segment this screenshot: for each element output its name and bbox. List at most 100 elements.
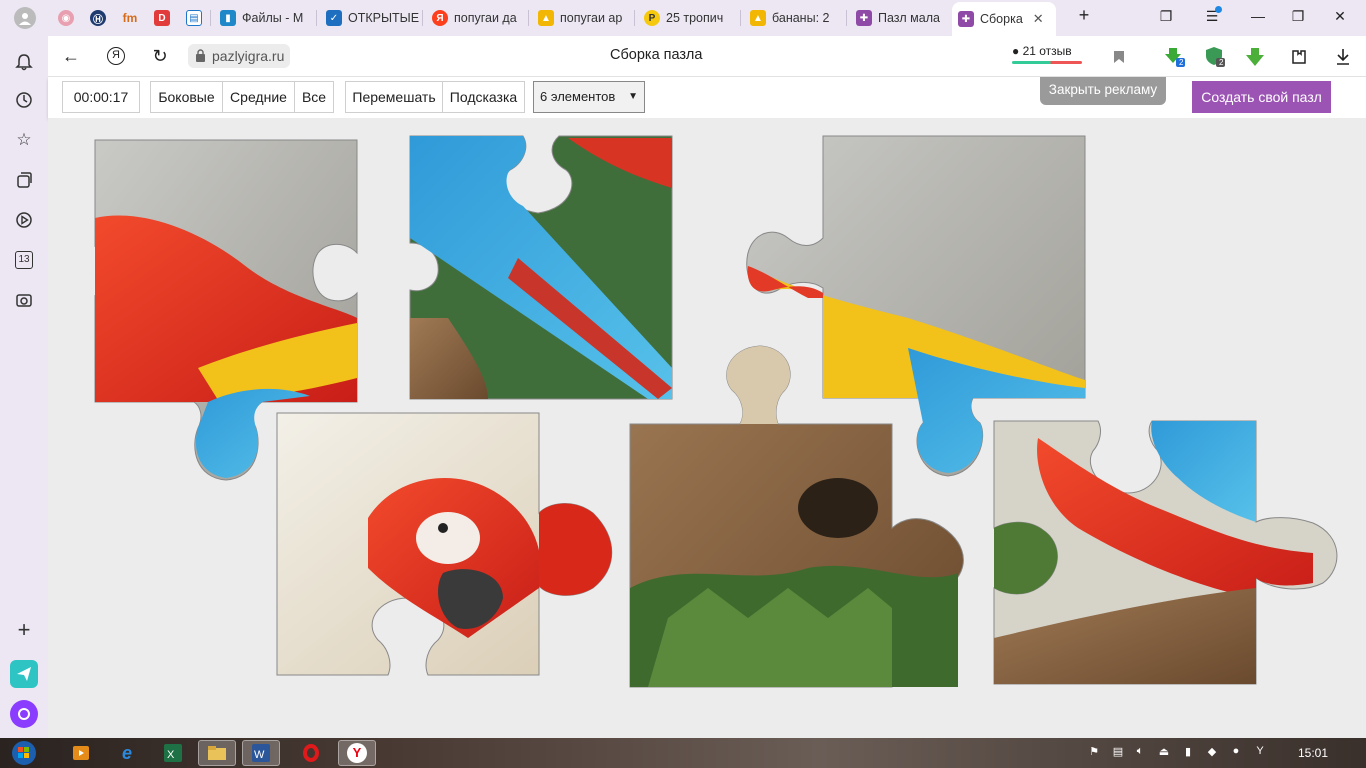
windows-taskbar: e X W Y ⚑ ▤ 🔈︎ ⏏ ▮ ◆ ● Y 15:01 <box>0 738 1366 768</box>
notification-dot <box>1215 6 1222 13</box>
tab-8[interactable]: ▲ попугаи ар <box>532 4 632 32</box>
profile-avatar[interactable] <box>8 4 38 32</box>
tab-strip: ◉ Ⓗ fm D ▤ ▮ Файлы - М ✓ ОТКРЫТЫЕ Я попу… <box>0 0 1366 36</box>
dropdown-arrow-icon: ▼ <box>628 91 638 102</box>
restore-button[interactable]: ❐ <box>1288 8 1308 25</box>
tray-flag-icon[interactable]: ⚑ <box>1086 745 1102 761</box>
close-ad-button[interactable]: Закрыть рекламу <box>1040 77 1166 105</box>
p-icon: P <box>644 10 660 26</box>
avatar-icon <box>14 7 36 29</box>
files-icon: ▮ <box>220 10 236 26</box>
tab-2[interactable]: fm <box>116 4 144 32</box>
tray-usb-icon[interactable]: ⏏ <box>1156 745 1172 761</box>
tab-7[interactable]: Я попугаи да <box>426 4 526 32</box>
play-icon[interactable] <box>12 208 36 232</box>
tab-label: Сборка <box>980 12 1023 26</box>
tab-4[interactable]: ▤ <box>180 4 208 32</box>
menu-icon[interactable]: ☰ <box>1202 6 1222 25</box>
word-icon[interactable]: W <box>242 740 280 766</box>
puzzle-piece-6[interactable] <box>993 420 1338 685</box>
collections-icon[interactable] <box>12 168 36 192</box>
tab-5[interactable]: ▮ Файлы - М <box>214 4 314 32</box>
back-icon[interactable]: ← <box>59 44 83 68</box>
shuffle-button[interactable]: Перемешать <box>345 81 443 113</box>
puzzle-extensions-icon[interactable] <box>1288 46 1310 68</box>
hse-icon: Ⓗ <box>90 10 106 26</box>
download-extension-icon[interactable] <box>1244 46 1266 68</box>
tray-keyboard-icon[interactable]: ▤ <box>1110 745 1126 761</box>
star-icon[interactable]: ☆ <box>12 128 36 152</box>
filter-middle-button[interactable]: Средние <box>222 81 295 113</box>
downloads-icon[interactable] <box>1332 46 1354 68</box>
filter-side-button[interactable]: Боковые <box>150 81 223 113</box>
browser-sidebar: ☆ 13 + <box>0 36 48 738</box>
reload-icon[interactable]: ↻ <box>148 44 172 68</box>
media-player-icon[interactable] <box>62 740 100 766</box>
add-panel-icon[interactable]: + <box>12 617 36 642</box>
extension-download-icon[interactable]: 2 <box>1164 46 1186 68</box>
tab-label: Пазл мала <box>878 11 940 25</box>
history-icon[interactable] <box>12 88 36 112</box>
comment-icon: ● <box>1012 44 1020 58</box>
reviews-button[interactable]: ● 21 отзыв <box>1012 44 1082 64</box>
alice-icon[interactable] <box>10 700 38 728</box>
messenger-icon[interactable] <box>10 660 38 688</box>
tray-network-icon[interactable]: ▮ <box>1180 745 1196 761</box>
reviews-label: 21 отзыв <box>1022 44 1072 58</box>
close-window-button[interactable]: ✕ <box>1330 8 1350 25</box>
tab-3[interactable]: D <box>148 4 176 32</box>
internet-explorer-icon[interactable]: e <box>108 740 146 766</box>
tray-volume-icon[interactable]: 🔈︎ <box>1132 745 1148 761</box>
tray-nvidia-icon[interactable]: ◆ <box>1204 745 1220 761</box>
bookmark-icon[interactable] <box>1108 46 1130 68</box>
tab-active[interactable]: ✚ Сборка ✕ <box>952 2 1056 36</box>
puzzle-piece-4[interactable] <box>276 412 613 676</box>
yandex-icon: Я <box>432 10 448 26</box>
explorer-icon[interactable] <box>198 740 236 766</box>
image-icon: ▲ <box>750 10 766 26</box>
lock-icon <box>196 49 205 62</box>
tab-label: 25 тропич <box>666 11 724 25</box>
tab-label: Файлы - М <box>242 11 304 25</box>
puzzle-toolbar: 00:00:17 Боковые Средние Все Перемешать … <box>48 77 1366 118</box>
opera-icon: ◉ <box>58 10 74 26</box>
tab-0[interactable]: ◉ <box>52 4 80 32</box>
hint-button[interactable]: Подсказка <box>442 81 525 113</box>
taskbar-clock[interactable]: 15:01 <box>1298 746 1328 760</box>
tab-label: попугаи ар <box>560 11 623 25</box>
excel-icon[interactable]: X <box>154 740 192 766</box>
book-icon: ▤ <box>186 10 202 26</box>
new-tab-button[interactable]: + <box>1074 5 1094 26</box>
tab-label: бананы: 2 <box>772 11 830 25</box>
calendar-day: 13 <box>15 251 33 269</box>
minimize-button[interactable]: — <box>1248 8 1268 24</box>
start-button[interactable] <box>4 740 44 766</box>
tab-11[interactable]: ✚ Пазл мала <box>850 4 950 32</box>
tab-10[interactable]: ▲ бананы: 2 <box>744 4 844 32</box>
tab-1[interactable]: Ⓗ <box>84 4 112 32</box>
d-icon: D <box>154 10 170 26</box>
pieces-count-select[interactable]: 6 элементов ▼ <box>533 81 645 113</box>
bell-icon[interactable] <box>12 50 36 74</box>
screenshot-icon[interactable] <box>12 288 36 312</box>
tray-yandex-icon[interactable]: Y <box>1252 745 1268 761</box>
tab-9[interactable]: P 25 тропич <box>638 4 738 32</box>
url-field[interactable]: pazlyigra.ru <box>188 44 291 68</box>
tabs-menu-icon[interactable]: ❐ <box>1156 8 1176 25</box>
timer: 00:00:17 <box>62 81 140 113</box>
create-puzzle-button[interactable]: Создать свой пазл <box>1192 81 1331 113</box>
yandex-browser-taskbar-icon[interactable]: Y <box>338 740 376 766</box>
tray-app-icon[interactable]: ● <box>1228 745 1244 761</box>
address-bar: ← Я ↻ pazlyigra.ru Сборка пазла ● 21 отз… <box>48 36 1366 77</box>
close-tab-icon[interactable]: ✕ <box>1033 11 1044 27</box>
fm-icon: fm <box>122 11 138 25</box>
puzzle-piece-2[interactable] <box>409 135 673 400</box>
extension-badge: 2 <box>1179 58 1184 67</box>
tab-label: попугаи да <box>454 11 517 25</box>
opera-taskbar-icon[interactable] <box>292 740 330 766</box>
calendar-icon[interactable]: 13 <box>12 248 36 272</box>
shield-extension-icon[interactable]: 2 <box>1204 46 1226 68</box>
yandex-home-icon[interactable]: Я <box>104 44 128 68</box>
filter-all-button[interactable]: Все <box>294 81 334 113</box>
tab-6[interactable]: ✓ ОТКРЫТЫЕ <box>320 4 420 32</box>
